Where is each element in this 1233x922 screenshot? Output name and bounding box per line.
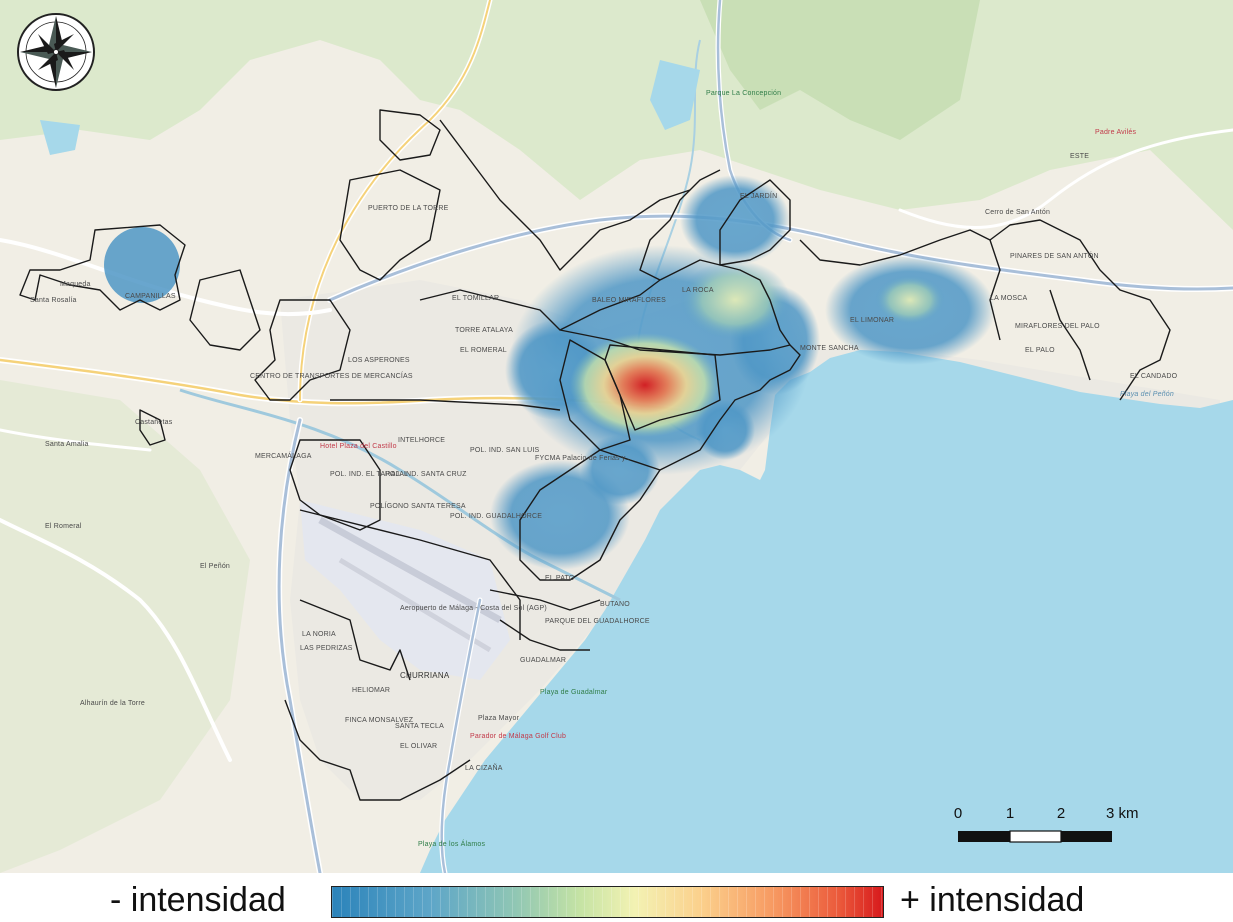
label-santa-cruz: POL. IND. SANTA CRUZ: [385, 471, 467, 478]
label-monte-sancha: MONTE SANCHA: [800, 345, 859, 352]
label-santa-tecla: SANTA TECLA: [395, 723, 444, 730]
label-alhaurin: Alhaurín de la Torre: [80, 700, 145, 707]
label-campanillas: CAMPANILLAS: [125, 293, 176, 300]
label-guadalhorce: POL. IND. GUADALHORCE: [450, 513, 542, 520]
label-aeropuerto: Aeropuerto de Málaga - Costa del Sol (AG…: [400, 605, 547, 612]
label-torre-atalaya: TORRE ATALAYA: [455, 327, 513, 334]
label-centro-transportes: CENTRO DE TRANSPORTES DE MERCANCÍAS: [250, 371, 413, 380]
label-plaza-mayor: Plaza Mayor: [478, 715, 520, 722]
label-guadalmar: GUADALMAR: [520, 657, 566, 664]
label-la-noria: LA NORIA: [302, 631, 336, 638]
label-fycma: FYCMA Palacio de Ferias y...: [535, 455, 632, 462]
label-miraflores-palo: MIRAFLORES DEL PALO: [1015, 323, 1100, 330]
scale-tick-2: 2: [1057, 805, 1065, 822]
legend-min-label: - intensidad: [110, 881, 286, 919]
label-playa-guadalmar: Playa de Guadalmar: [540, 689, 608, 696]
label-el-pato: EL PATO: [545, 575, 575, 582]
compass-rose-icon: [17, 13, 95, 91]
label-el-olivar: EL OLIVAR: [400, 743, 437, 750]
label-el-jardin: EL JARDÍN: [740, 191, 777, 200]
label-castanetas: Castañetas: [135, 419, 173, 426]
label-santa-teresa: POLÍGONO SANTA TERESA: [370, 501, 466, 510]
label-maqueda: Maqueda: [60, 281, 91, 288]
legend-color-ramp: [331, 886, 884, 918]
scale-tick-1: 1: [1006, 805, 1014, 822]
label-cerro-anton: Cerro de San Antón: [985, 209, 1050, 216]
label-el-romeral: EL ROMERAL: [460, 347, 507, 354]
label-playa-alamos: Playa de los Álamos: [418, 839, 486, 848]
scale-tick-0: 0: [954, 805, 962, 822]
label-los-asperones: LOS ASPERONES: [348, 357, 410, 364]
label-playa-penon: Playa del Peñón: [1120, 391, 1174, 398]
label-el-palo: EL PALO: [1025, 347, 1055, 354]
label-pol-san-luis: POL. IND. SAN LUIS: [470, 447, 539, 454]
label-el-romeral-w: El Romeral: [45, 523, 82, 530]
label-heliomar: HELIOMAR: [352, 687, 390, 694]
label-la-cizana: LA CIZAÑA: [465, 763, 503, 772]
label-puerto-torre: PUERTO DE LA TORRE: [368, 205, 449, 212]
heat-south-b: [580, 435, 660, 505]
label-baleo-miraflores: BALEO MIRAFLORES: [592, 297, 666, 304]
label-el-penon: El Peñón: [200, 563, 230, 570]
label-las-pedrizas: LAS PEDRIZAS: [300, 645, 353, 652]
label-el-limonar: EL LIMONAR: [850, 317, 894, 324]
label-la-mosca: LA MOSCA: [990, 295, 1028, 302]
label-hotel-castillo: Hotel Plaza del Castillo: [320, 443, 397, 450]
label-intelhorce: INTELHORCE: [398, 437, 445, 444]
label-el-candado: EL CANDADO: [1130, 373, 1178, 380]
label-santa-rosalia: Santa Rosalía: [30, 297, 77, 304]
label-santa-amalia: Santa Amalia: [45, 441, 89, 448]
legend-ramp-steps: [332, 887, 883, 917]
basemap[interactable]: ESTE Maqueda Santa Rosalía CAMPANILLAS S…: [0, 0, 1233, 873]
label-este: ESTE: [1070, 153, 1089, 160]
label-el-tomillar: EL TOMILLAR: [452, 295, 499, 302]
heat-mid-yellow: [680, 260, 790, 340]
label-churriana: CHURRIANA: [400, 671, 450, 680]
label-la-roca: LA ROCA: [682, 287, 714, 294]
label-butano: BUTANO: [600, 601, 630, 608]
heat-campanillas: [104, 227, 180, 303]
label-mercamalaga: MERCAMÁLAGA: [255, 451, 312, 460]
label-parador: Parador de Málaga Golf Club: [470, 733, 566, 740]
scale-tick-3: 3 km: [1106, 805, 1139, 822]
label-padre-aviles: Padre Avilés: [1095, 129, 1136, 136]
heat-port: [695, 400, 755, 460]
map-canvas[interactable]: ESTE Maqueda Santa Rosalía CAMPANILLAS S…: [0, 0, 1233, 874]
label-parque-concepcion: Parque La Concepción: [706, 90, 781, 97]
label-parque-guadalhorce: PARQUE DEL GUADALHORCE: [545, 618, 650, 625]
legend-max-label: + intensidad: [900, 881, 1085, 919]
label-pinares: PINARES DE SAN ANTÓN: [1010, 251, 1099, 260]
